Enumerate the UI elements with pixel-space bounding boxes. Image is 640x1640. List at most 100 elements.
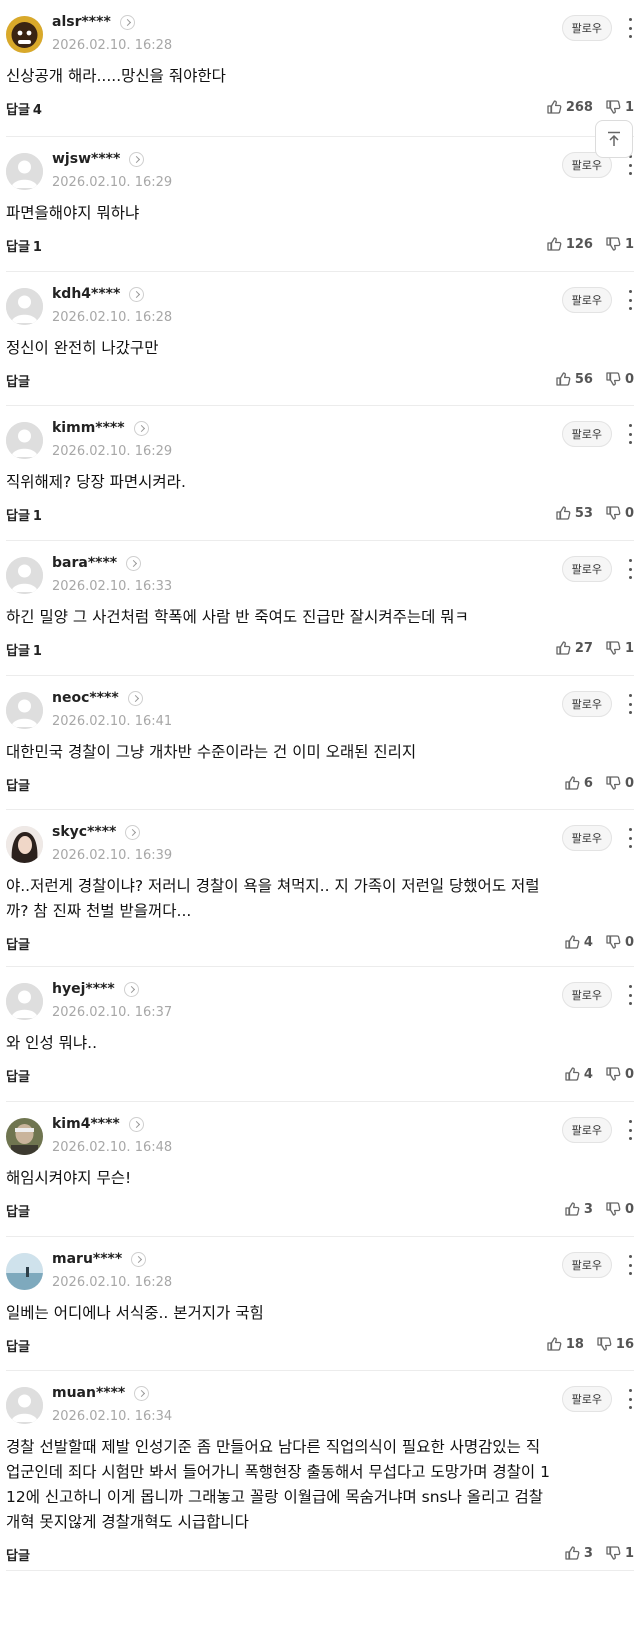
avatar[interactable] [6, 1253, 43, 1290]
chevron-right-icon[interactable] [128, 1116, 144, 1132]
dislike-button[interactable]: 0 [605, 1201, 634, 1217]
dislike-button[interactable]: 1 [605, 99, 634, 115]
dislike-button[interactable]: 0 [605, 775, 634, 791]
like-button[interactable]: 53 [555, 505, 593, 521]
avatar[interactable] [6, 153, 43, 190]
username[interactable]: kimm**** [52, 420, 125, 436]
like-button[interactable]: 56 [555, 371, 593, 387]
username[interactable]: neoc**** [52, 690, 119, 706]
chevron-right-icon[interactable] [126, 555, 142, 571]
kebab-menu-icon[interactable] [626, 18, 634, 38]
thumbs-down-icon [606, 776, 621, 790]
comment-item: kimm**** 2026.02.10. 16:29 팔로우 직위해제? 당장 파면시… [6, 406, 634, 541]
kebab-menu-icon[interactable] [626, 694, 634, 714]
kebab-menu-icon[interactable] [626, 1389, 634, 1409]
reply-button[interactable]: 답글 4 [6, 99, 42, 118]
kebab-menu-icon[interactable] [626, 1120, 634, 1140]
reply-button[interactable]: 답글 [6, 1545, 30, 1564]
follow-button[interactable]: 팔로우 [561, 15, 612, 41]
comment-body: 파면을해야지 뭐하냐 [6, 201, 634, 226]
chevron-right-icon[interactable] [134, 1385, 150, 1401]
like-button[interactable]: 6 [564, 775, 593, 791]
like-button[interactable]: 18 [546, 1336, 584, 1352]
like-button[interactable]: 3 [564, 1201, 593, 1217]
avatar[interactable] [6, 983, 43, 1020]
kebab-menu-icon[interactable] [626, 985, 634, 1005]
reply-button[interactable]: 답글 [6, 934, 30, 953]
comment-item: kim4**** 2026.02.10. 16:48 팔로우 해임시켜야지 무슨! 답글… [6, 1102, 634, 1237]
reply-button[interactable]: 답글 1 [6, 236, 42, 255]
username[interactable]: maru**** [52, 1251, 122, 1267]
follow-button[interactable]: 팔로우 [561, 1252, 612, 1278]
username[interactable]: hyej**** [52, 981, 115, 997]
dislike-button[interactable]: 16 [596, 1336, 634, 1352]
follow-button[interactable]: 팔로우 [561, 1117, 612, 1143]
chevron-right-icon[interactable] [119, 14, 135, 30]
chevron-right-icon[interactable] [131, 1251, 147, 1267]
avatar[interactable] [6, 288, 43, 325]
username[interactable]: skyc**** [52, 824, 116, 840]
chevron-right-icon[interactable] [125, 824, 141, 840]
reply-button[interactable]: 답글 [6, 775, 30, 794]
follow-button[interactable]: 팔로우 [561, 982, 612, 1008]
comment-item: muan**** 2026.02.10. 16:34 팔로우 경찰 선발할때 제발 인… [6, 1371, 634, 1571]
follow-button[interactable]: 팔로우 [561, 825, 612, 851]
reply-button[interactable]: 답글 [6, 1201, 30, 1220]
chevron-right-icon[interactable] [123, 981, 139, 997]
chevron-right-icon[interactable] [129, 151, 145, 167]
avatar[interactable] [6, 692, 43, 729]
like-count: 56 [574, 371, 593, 387]
username[interactable]: muan**** [52, 1385, 125, 1401]
username[interactable]: wjsw**** [52, 151, 120, 167]
dislike-count: 1 [624, 1545, 634, 1561]
like-button[interactable]: 4 [564, 934, 593, 950]
like-button[interactable]: 27 [555, 640, 593, 656]
scroll-to-top-button[interactable] [595, 120, 633, 158]
follow-button[interactable]: 팔로우 [561, 287, 612, 313]
like-button[interactable]: 4 [564, 1066, 593, 1082]
dislike-button[interactable]: 1 [605, 236, 634, 252]
dislike-button[interactable]: 0 [605, 371, 634, 387]
comment-body: 하긴 밀양 그 사건처럼 학폭에 사람 반 죽여도 진급만 잘시켜주는데 뭐ㅋ [6, 605, 634, 630]
avatar[interactable] [6, 1387, 43, 1424]
reply-button[interactable]: 답글 [6, 1336, 30, 1355]
reply-button[interactable]: 답글 [6, 1066, 30, 1085]
chevron-right-icon[interactable] [133, 420, 149, 436]
username[interactable]: kim4**** [52, 1116, 120, 1132]
follow-button[interactable]: 팔로우 [561, 421, 612, 447]
like-button[interactable]: 126 [546, 236, 593, 252]
dislike-button[interactable]: 0 [605, 1066, 634, 1082]
thumbs-up-icon [565, 1067, 580, 1081]
dislike-button[interactable]: 0 [605, 934, 634, 950]
like-button[interactable]: 268 [546, 99, 593, 115]
username[interactable]: kdh4**** [52, 286, 120, 302]
avatar[interactable] [6, 1118, 43, 1155]
avatar[interactable] [6, 422, 43, 459]
reply-button[interactable]: 답글 [6, 371, 30, 390]
dislike-button[interactable]: 1 [605, 1545, 634, 1561]
reply-label: 답글 [6, 1340, 30, 1355]
chevron-right-icon[interactable] [127, 690, 143, 706]
dislike-button[interactable]: 1 [605, 640, 634, 656]
kebab-menu-icon[interactable] [626, 828, 634, 848]
avatar[interactable] [6, 16, 43, 53]
like-button[interactable]: 3 [564, 1545, 593, 1561]
reply-button[interactable]: 답글 1 [6, 505, 42, 524]
avatar[interactable] [6, 826, 43, 863]
kebab-menu-icon[interactable] [626, 424, 634, 444]
follow-button[interactable]: 팔로우 [561, 691, 612, 717]
username[interactable]: alsr**** [52, 14, 111, 30]
kebab-menu-icon[interactable] [626, 155, 634, 175]
kebab-menu-icon[interactable] [626, 559, 634, 579]
dislike-button[interactable]: 0 [605, 505, 634, 521]
chevron-right-icon[interactable] [129, 286, 145, 302]
follow-button[interactable]: 팔로우 [561, 556, 612, 582]
username[interactable]: bara**** [52, 555, 117, 571]
kebab-menu-icon[interactable] [626, 290, 634, 310]
reply-button[interactable]: 답글 1 [6, 640, 42, 659]
kebab-menu-icon[interactable] [626, 1255, 634, 1275]
follow-button[interactable]: 팔로우 [561, 1386, 612, 1412]
like-count: 18 [565, 1336, 584, 1352]
avatar[interactable] [6, 557, 43, 594]
timestamp: 2026.02.10. 16:28 [52, 310, 173, 325]
